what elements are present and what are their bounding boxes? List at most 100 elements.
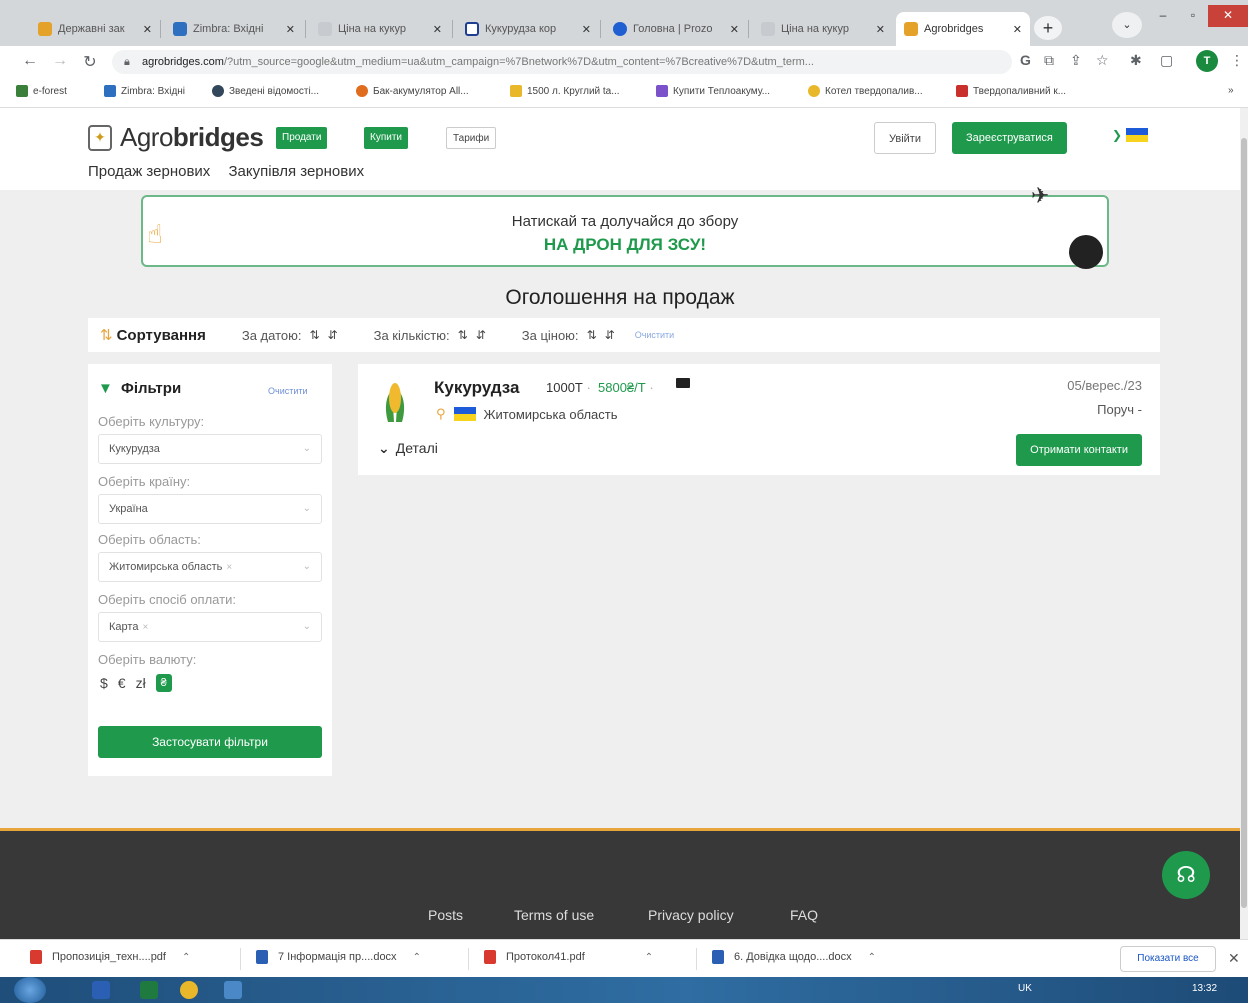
chevron-up-icon[interactable]: ⌃	[182, 952, 190, 963]
download-item[interactable]: Протокол41.pdf ⌃	[484, 950, 653, 964]
tab-search-button[interactable]: ⌄	[1112, 12, 1142, 38]
nav-grain-sales[interactable]: Продаж зернових	[88, 163, 210, 180]
footer-link-privacy[interactable]: Privacy policy	[648, 907, 734, 923]
chevron-up-icon[interactable]: ⌃	[868, 952, 876, 963]
close-icon[interactable]: ✕	[1228, 950, 1240, 967]
footer-link-terms[interactable]: Terms of use	[514, 907, 594, 923]
back-icon[interactable]: ←	[20, 52, 40, 70]
bookmark-item[interactable]: Твердопаливний к...	[956, 85, 1066, 97]
start-button[interactable]	[14, 977, 46, 1003]
explorer-app-icon[interactable]	[224, 981, 242, 999]
sort-clear-link[interactable]: Очистити	[635, 330, 675, 340]
download-item[interactable]: 7 Інформація пр....docx ⌃	[256, 950, 421, 964]
region-select[interactable]: Житомирська область × ⌄	[98, 552, 322, 582]
sell-button[interactable]: Продати	[276, 127, 328, 149]
bookmark-item[interactable]: 1500 л. Круглий ta...	[510, 85, 620, 97]
bookmark-item[interactable]: Зведені відомості...	[212, 85, 319, 97]
register-button[interactable]: Зареєструватися	[952, 122, 1067, 154]
sort-ascending-icon[interactable]: ⇅	[309, 328, 319, 342]
reload-icon[interactable]: ↻	[80, 52, 100, 72]
support-chat-button[interactable]: ☊	[1162, 851, 1210, 899]
word-app-icon[interactable]	[92, 981, 110, 999]
scrollbar-thumb[interactable]	[1241, 138, 1247, 908]
chevron-up-icon[interactable]: ⌃	[413, 952, 421, 963]
browser-tab[interactable]: Державні зак ✕	[30, 12, 160, 46]
minimize-window-button[interactable]: –	[1148, 5, 1178, 27]
site-logo[interactable]: ✦ Agrobridges	[88, 122, 264, 153]
browser-tab-active[interactable]: Agrobridges ✕	[896, 12, 1030, 46]
site-header: ✦ Agrobridges Продати Купити Тарифи Увій…	[0, 108, 1240, 190]
browser-tab[interactable]: Ціна на кукур ✕	[310, 12, 450, 46]
excel-app-icon[interactable]	[140, 981, 158, 999]
apply-filters-button[interactable]: Застосувати фільтри	[98, 726, 322, 758]
new-tab-button[interactable]: +	[1034, 16, 1062, 40]
chevron-up-icon[interactable]: ⌃	[645, 952, 653, 963]
currency-uah-selected[interactable]: ₴	[155, 674, 172, 692]
buy-button[interactable]: Купити	[364, 127, 408, 149]
footer-link-posts[interactable]: Posts	[428, 907, 463, 923]
currency-usd[interactable]: $	[100, 675, 108, 691]
browser-tab[interactable]: Кукурудза кор ✕	[457, 12, 599, 46]
share-icon[interactable]: ⇪	[1070, 52, 1082, 69]
show-all-downloads-button[interactable]: Показати все	[1120, 946, 1216, 972]
download-item[interactable]: Пропозиція_техн....pdf ⌃	[30, 950, 190, 964]
close-tab-icon[interactable]: ✕	[730, 23, 739, 36]
browser-tab[interactable]: Ціна на кукур ✕	[753, 12, 893, 46]
bookmark-item[interactable]: e-forest	[16, 85, 67, 97]
bookmark-item[interactable]: Бак-акумулятор All...	[356, 85, 469, 97]
filters-clear-link[interactable]: Очистити	[268, 386, 308, 396]
location-pin-icon: ⚲	[436, 406, 446, 421]
chevron-down-icon: ⌄	[302, 443, 311, 454]
chrome-app-icon[interactable]	[180, 981, 198, 999]
browser-tab[interactable]: Головна | Prozo ✕	[605, 12, 747, 46]
side-panel-icon[interactable]: ▢	[1160, 52, 1173, 69]
forward-icon[interactable]: →	[50, 52, 70, 70]
tariffs-button[interactable]: Тарифи	[446, 127, 497, 149]
details-toggle[interactable]: ⌄ Деталі	[378, 440, 438, 457]
close-tab-icon[interactable]: ✕	[876, 23, 885, 36]
nav-grain-purchase[interactable]: Закупівля зернових	[228, 163, 364, 180]
country-select[interactable]: Україна ⌄	[98, 494, 322, 524]
download-item[interactable]: 6. Довідка щодо....docx ⌃	[712, 950, 876, 964]
address-bar[interactable]: 🔒︎ agrobridges.com/?utm_source=google&ut…	[112, 50, 1012, 74]
google-icon[interactable]: G	[1020, 52, 1031, 68]
page-scrollbar[interactable]	[1240, 108, 1248, 939]
bookmark-item[interactable]: Zimbra: Вхідні	[104, 85, 185, 97]
bookmark-item[interactable]: Котел твердопалив...	[808, 85, 923, 97]
close-window-button[interactable]: ✕	[1208, 5, 1248, 27]
browser-tab[interactable]: Zimbra: Вхідні ✕	[165, 12, 303, 46]
crop-select[interactable]: Кукурудза ⌄	[98, 434, 322, 464]
close-tab-icon[interactable]: ✕	[286, 23, 295, 36]
remove-tag-icon[interactable]: ×	[142, 622, 148, 633]
close-tab-icon[interactable]: ✕	[433, 23, 442, 36]
close-tab-icon[interactable]: ✕	[143, 23, 152, 36]
sort-descending-icon[interactable]: ⇵	[328, 328, 338, 342]
translate-icon[interactable]: ⧉	[1044, 52, 1054, 69]
maximize-window-button[interactable]: ▫	[1180, 5, 1206, 27]
currency-pln[interactable]: zł	[136, 675, 146, 691]
bookmark-star-icon[interactable]: ☆	[1096, 52, 1109, 69]
drone-fundraiser-banner[interactable]: ☝ Натискай та долучайся до збору НА ДРОН…	[141, 183, 1109, 269]
bookmarks-overflow-icon[interactable]: »	[1228, 85, 1234, 96]
listing-crop-name[interactable]: Кукурудза	[434, 378, 519, 398]
language-selector[interactable]: ❯	[1112, 128, 1149, 142]
footer-link-faq[interactable]: FAQ	[790, 907, 818, 923]
remove-tag-icon[interactable]: ×	[226, 562, 232, 573]
currency-eur[interactable]: €	[118, 675, 126, 691]
system-tray[interactable]: UK	[1018, 983, 1032, 994]
profile-avatar[interactable]: T	[1196, 50, 1218, 72]
clock[interactable]: 13:32	[1192, 983, 1217, 994]
get-contacts-button[interactable]: Отримати контакти	[1016, 434, 1142, 466]
sort-descending-icon[interactable]: ⇵	[476, 328, 486, 342]
extensions-icon[interactable]: ✱	[1130, 52, 1142, 69]
bookmark-item[interactable]: Купити Теплоакуму...	[656, 85, 770, 97]
listing-card: Кукурудза 1000Т · 5800₴/Т · ⚲ Житомирськ…	[358, 364, 1160, 475]
close-tab-icon[interactable]: ✕	[582, 23, 591, 36]
menu-icon[interactable]: ⋮	[1230, 52, 1244, 69]
sort-ascending-icon[interactable]: ⇅	[587, 328, 597, 342]
close-tab-icon[interactable]: ✕	[1013, 23, 1022, 36]
payment-select[interactable]: Карта × ⌄	[98, 612, 322, 642]
login-button[interactable]: Увійти	[874, 122, 936, 154]
sort-ascending-icon[interactable]: ⇅	[458, 328, 468, 342]
sort-descending-icon[interactable]: ⇵	[605, 328, 615, 342]
